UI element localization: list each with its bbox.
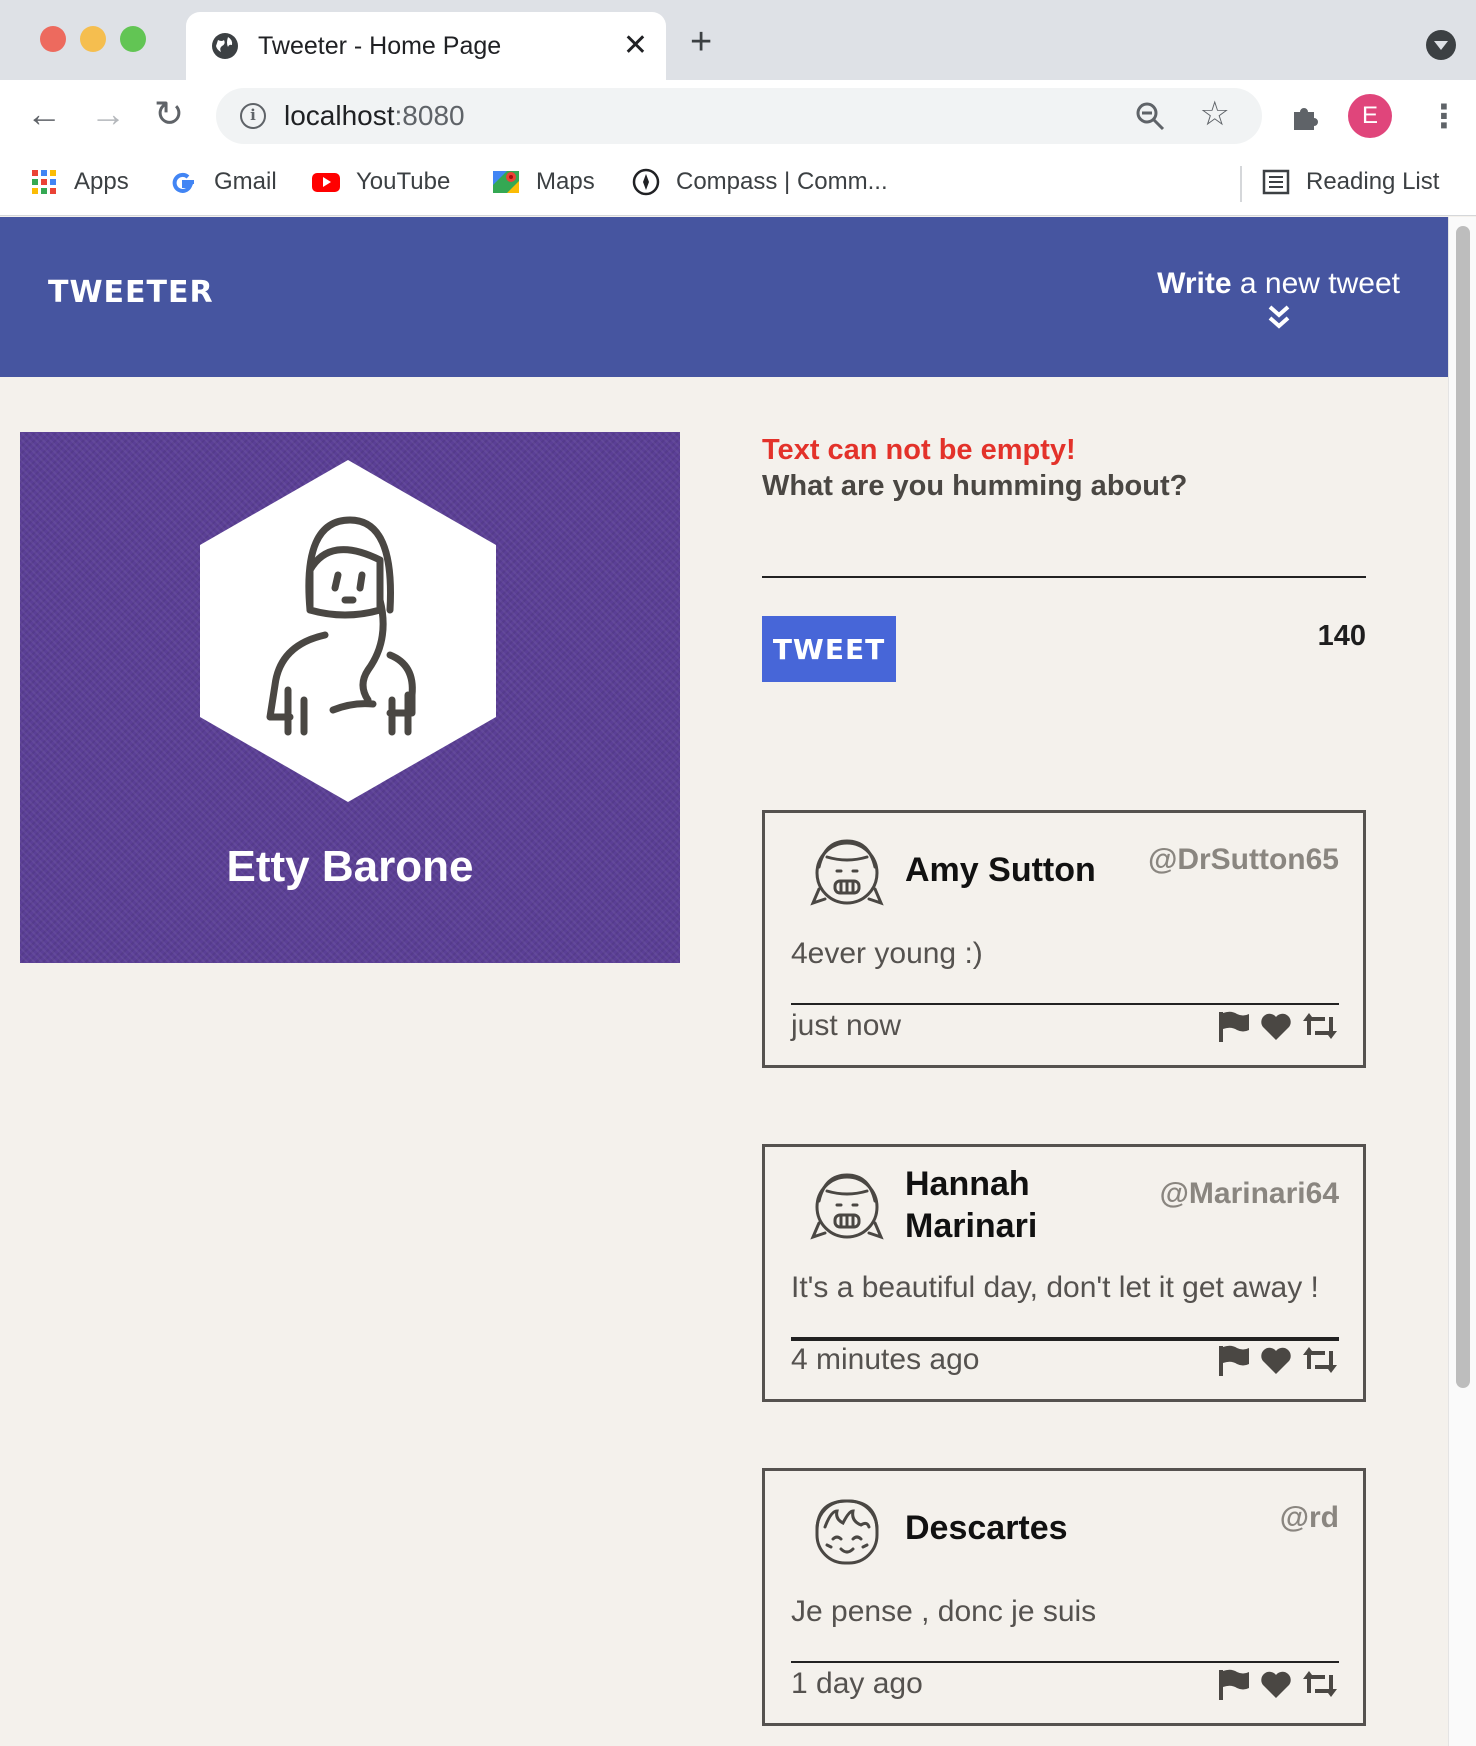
- close-window-button[interactable]: [40, 26, 66, 52]
- zoom-icon[interactable]: [1134, 100, 1166, 132]
- bookmark-label: YouTube: [356, 168, 451, 195]
- flag-icon[interactable]: [1217, 1343, 1251, 1377]
- tweet-divider: [791, 1003, 1339, 1005]
- bookmark-gmail[interactable]: Gmail: [170, 164, 277, 200]
- tweet-content: Je pense , donc je suis: [791, 1595, 1097, 1628]
- google-icon: [172, 172, 194, 193]
- tweet-actions: [1217, 1009, 1339, 1043]
- new-tab-icon[interactable]: +: [690, 22, 712, 62]
- bookmark-label: Apps: [74, 168, 129, 195]
- bookmarks-bar: Apps Gmail YouTube Maps Compass | Comm..…: [0, 152, 1476, 216]
- tweet-actions: [1217, 1667, 1339, 1701]
- flag-icon[interactable]: [1217, 1009, 1251, 1043]
- error-message: Text can not be empty!: [762, 434, 1076, 466]
- tweet-author-name: Hannah Marinari: [905, 1165, 1038, 1245]
- write-strong-text: Write: [1157, 267, 1232, 300]
- bookmark-compass[interactable]: Compass | Comm...: [632, 164, 888, 200]
- profile-avatar-icon: [200, 460, 496, 802]
- bookmark-label: Compass | Comm...: [676, 168, 888, 195]
- tweet-author-handle: @DrSutton65: [1148, 843, 1339, 876]
- heart-icon[interactable]: [1259, 1667, 1293, 1701]
- back-arrow-icon[interactable]: ←: [26, 92, 62, 136]
- user-avatar-icon: [810, 839, 884, 906]
- reading-list-button[interactable]: Reading List: [1262, 164, 1439, 200]
- youtube-icon: [312, 173, 340, 192]
- reload-icon[interactable]: ↻: [154, 92, 184, 136]
- maximize-window-button[interactable]: [120, 26, 146, 52]
- tweet-content: It's a beautiful day, don't let it get a…: [791, 1271, 1319, 1304]
- double-chevron-down-icon: [1268, 305, 1289, 329]
- browser-toolbar: ← → ↻ i localhost:8080 ☆ E ⋮: [0, 80, 1476, 152]
- extensions-puzzle-icon[interactable]: [1290, 100, 1322, 132]
- user-avatar-icon: [810, 1173, 884, 1240]
- reading-list-icon: [1262, 169, 1290, 195]
- bookmark-label: Maps: [536, 168, 595, 195]
- close-tab-icon[interactable]: ✕: [623, 26, 648, 66]
- retweet-icon[interactable]: [1301, 1667, 1339, 1701]
- tweet-timestamp: 4 minutes ago: [791, 1343, 980, 1376]
- url-text[interactable]: localhost:8080: [284, 100, 465, 132]
- bookmark-label: Gmail: [214, 168, 277, 195]
- tab-title: Tweeter - Home Page: [258, 32, 502, 60]
- tweet-card: Amy Sutton @DrSutton65 4ever young :) ju…: [762, 810, 1366, 1068]
- profile-card: Etty Barone: [20, 432, 680, 963]
- compose-form: Text can not be empty! What are you humm…: [762, 432, 1366, 682]
- maps-icon: [493, 171, 519, 193]
- bookmark-apps[interactable]: Apps: [30, 164, 129, 200]
- profile-avatar[interactable]: E: [1348, 94, 1392, 138]
- tweet-content: 4ever young :): [791, 937, 983, 970]
- site-info-icon[interactable]: i: [240, 103, 266, 129]
- flag-icon[interactable]: [1217, 1667, 1251, 1701]
- tweet-timestamp: just now: [791, 1009, 902, 1042]
- bookmark-star-icon[interactable]: ☆: [1200, 94, 1230, 134]
- minimize-window-button[interactable]: [80, 26, 106, 52]
- bookmark-youtube[interactable]: YouTube: [312, 164, 450, 200]
- tweet-actions: [1217, 1343, 1339, 1377]
- heart-icon[interactable]: [1259, 1009, 1293, 1043]
- tweet-author-name: Descartes: [905, 1509, 1068, 1547]
- browser-menu-icon[interactable]: ⋮: [1428, 94, 1460, 138]
- tweet-author-handle: @rd: [1279, 1501, 1339, 1534]
- character-counter: 140: [1317, 620, 1366, 652]
- tab-search-icon[interactable]: [1426, 30, 1456, 60]
- tweet-author-handle: @Marinari64: [1159, 1177, 1339, 1210]
- profile-name: Etty Barone: [226, 842, 474, 891]
- forward-arrow-icon[interactable]: →: [90, 92, 126, 136]
- user-avatar-icon: [815, 1499, 879, 1565]
- heart-icon[interactable]: [1259, 1343, 1293, 1377]
- tweet-text-input[interactable]: [762, 522, 1366, 578]
- site-header: TWEETER Write a new tweet: [0, 217, 1448, 377]
- bookmark-maps[interactable]: Maps: [492, 164, 595, 200]
- globe-icon: [212, 33, 238, 59]
- compass-icon: [632, 168, 660, 196]
- compose-label: What are you humming about?: [762, 470, 1188, 502]
- bookmarks-divider: [1240, 166, 1242, 202]
- write-rest-text: a new tweet: [1231, 267, 1400, 300]
- write-new-tweet-link[interactable]: Write a new tweet: [1157, 267, 1400, 333]
- retweet-icon[interactable]: [1301, 1009, 1339, 1043]
- tweet-submit-button[interactable]: TWEET: [762, 616, 896, 682]
- reading-list-label: Reading List: [1306, 168, 1440, 195]
- tweet-divider: [791, 1661, 1339, 1663]
- tweet-divider: [791, 1337, 1339, 1341]
- brand-logo[interactable]: TWEETER: [48, 275, 214, 310]
- retweet-icon[interactable]: [1301, 1343, 1339, 1377]
- address-bar[interactable]: i localhost:8080 ☆: [216, 88, 1262, 144]
- tweet-card: Hannah Marinari @Marinari64 It's a beaut…: [762, 1144, 1366, 1402]
- tweet-card: Descartes @rd Je pense , donc je suis 1 …: [762, 1468, 1366, 1726]
- tweet-timestamp: 1 day ago: [791, 1667, 923, 1700]
- apps-grid-icon: [32, 170, 56, 194]
- browser-tab-strip: Tweeter - Home Page ✕ +: [0, 0, 1476, 80]
- page-scrollbar-thumb[interactable]: [1456, 226, 1470, 1388]
- browser-tab[interactable]: Tweeter - Home Page ✕: [186, 12, 666, 80]
- tweet-author-name: Amy Sutton: [905, 851, 1096, 889]
